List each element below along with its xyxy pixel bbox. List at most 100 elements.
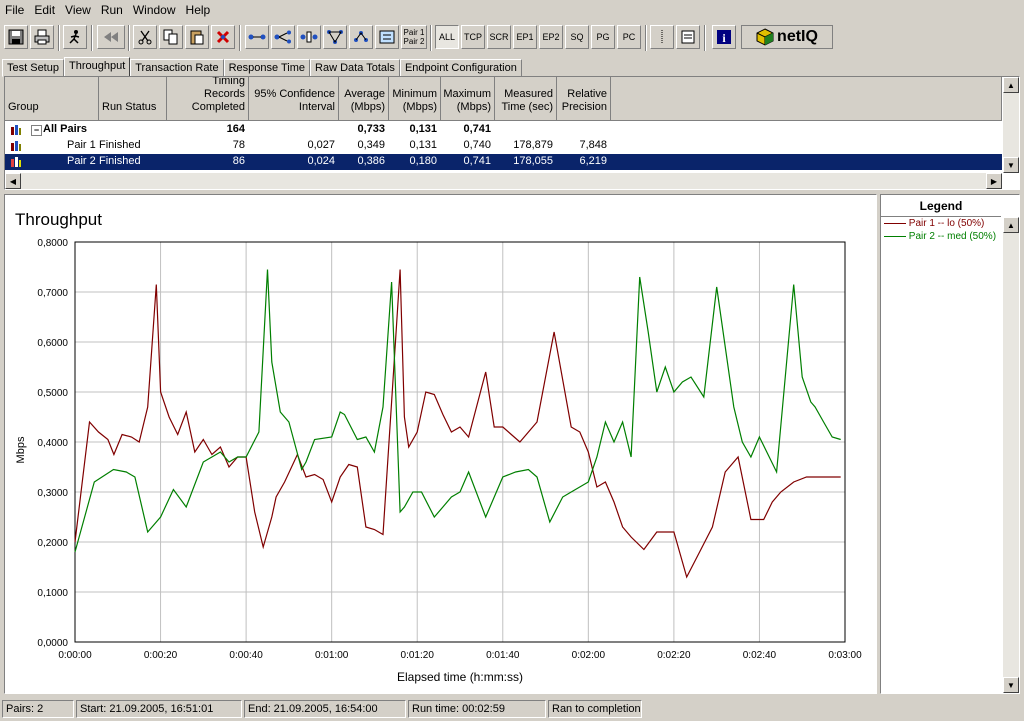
cut-icon[interactable]: [133, 25, 157, 49]
swap-icon[interactable]: [375, 25, 399, 49]
copy-icon[interactable]: [159, 25, 183, 49]
confidence: 0,027: [307, 139, 335, 151]
x-tick-label: 0:03:00: [828, 650, 862, 661]
netiq-logo-text: netIQ: [777, 28, 818, 45]
menu-help[interactable]: Help: [181, 3, 216, 17]
menu-edit[interactable]: Edit: [29, 3, 60, 17]
filter-pg-button[interactable]: PG: [591, 25, 615, 49]
filter-scr-button[interactable]: SCR: [487, 25, 511, 49]
filter-all-button[interactable]: ALL: [435, 25, 459, 49]
group-name: Pair 2: [67, 155, 96, 167]
menu-run[interactable]: Run: [96, 3, 128, 17]
col-timing-records[interactable]: Timing Records Completed: [167, 77, 249, 121]
network-icon[interactable]: [323, 25, 347, 49]
legend-scrollbar[interactable]: ▲ ▼: [1003, 217, 1019, 693]
col-measured-time[interactable]: Measured Time (sec): [495, 77, 557, 121]
tab-response-time[interactable]: Response Time: [223, 59, 311, 77]
col-maximum[interactable]: Maximum (Mbps): [441, 77, 495, 121]
col-confidence[interactable]: 95% Confidence Interval: [249, 77, 339, 121]
legend-item-pair-2[interactable]: Pair 2 -- med (50%): [884, 230, 996, 243]
x-tick-label: 0:02:20: [657, 650, 691, 661]
col-group[interactable]: Group: [5, 77, 99, 121]
scroll-up-icon[interactable]: ▲: [1003, 77, 1019, 93]
details-icon[interactable]: [676, 25, 700, 49]
netiq-cube-icon: [756, 28, 774, 46]
add-multicast-icon[interactable]: [271, 25, 295, 49]
filter-ep2-button[interactable]: EP2: [539, 25, 563, 49]
average: 0,349: [357, 139, 385, 151]
status-start: Start: 21.09.2005, 16:51:01: [76, 700, 242, 718]
topology-icon[interactable]: [349, 25, 373, 49]
filter-tcp-button[interactable]: TCP: [461, 25, 485, 49]
scroll-up-icon[interactable]: ▲: [1003, 217, 1019, 233]
tab-endpoint-configuration[interactable]: Endpoint Configuration: [399, 59, 522, 77]
maximum: 0,741: [463, 123, 491, 135]
maximum: 0,740: [463, 139, 491, 151]
split-view-icon[interactable]: [650, 25, 674, 49]
legend-panel: Legend Pair 1 -- lo (50%) Pair 2 -- med …: [880, 194, 1020, 694]
tab-throughput[interactable]: Throughput: [63, 57, 131, 77]
pair-1-label: Pair 1: [403, 28, 425, 37]
pair-group-icon: [11, 125, 21, 135]
col-average[interactable]: Average (Mbps): [339, 77, 389, 121]
delete-icon[interactable]: [211, 25, 235, 49]
y-tick-label: 0,7000: [37, 288, 68, 299]
status-pairs: Pairs: 2: [2, 700, 74, 718]
grid-horizontal-scrollbar[interactable]: ◀ ▶: [5, 173, 1002, 189]
add-pair-icon[interactable]: [245, 25, 269, 49]
tab-strip: Test Setup Throughput Transaction Rate R…: [2, 57, 522, 77]
pair-swap-button[interactable]: Pair 1 Pair 2: [401, 25, 427, 49]
scroll-down-icon[interactable]: ▼: [1003, 157, 1019, 173]
x-tick-label: 0:01:00: [315, 650, 349, 661]
scroll-left-icon[interactable]: ◀: [5, 173, 21, 189]
status-end: End: 21.09.2005, 16:54:00: [244, 700, 406, 718]
netiq-logo: netIQ: [741, 25, 833, 49]
filter-ep1-button[interactable]: EP1: [513, 25, 537, 49]
edit-pair-icon[interactable]: [297, 25, 321, 49]
info-icon[interactable]: i: [712, 25, 736, 49]
average: 0,733: [357, 123, 385, 135]
chart-title: Throughput: [15, 210, 102, 229]
filter-sq-button[interactable]: SQ: [565, 25, 589, 49]
toolbar: Pair 1 Pair 2 ALL TCP SCR EP1 EP2 SQ PG P…: [0, 22, 1024, 54]
x-tick-label: 0:00:20: [144, 650, 178, 661]
stop-icon[interactable]: [97, 25, 125, 49]
status-bar: Pairs: 2 Start: 21.09.2005, 16:51:01 End…: [0, 698, 1024, 720]
y-tick-label: 0,5000: [37, 388, 68, 399]
legend-swatch: [884, 222, 906, 224]
group-name: All Pairs: [43, 123, 88, 135]
throughput-chart: Throughput 0,0000 0,1000 0,2000 0,3000 0,400…: [15, 210, 862, 684]
average: 0,386: [357, 155, 385, 167]
paste-icon[interactable]: [185, 25, 209, 49]
y-tick-label: 0,3000: [37, 488, 68, 499]
table-row[interactable]: − All Pairs 164 0,733 0,131 0,741: [5, 122, 1002, 138]
tab-raw-data-totals[interactable]: Raw Data Totals: [310, 59, 400, 77]
collapse-icon[interactable]: −: [31, 125, 42, 136]
grid-vertical-scrollbar[interactable]: ▲ ▼: [1003, 77, 1019, 173]
tab-transaction-rate[interactable]: Transaction Rate: [130, 59, 224, 77]
pair-2-label: Pair 2: [403, 37, 425, 46]
print-icon[interactable]: [30, 25, 54, 49]
status-result: Ran to completion: [548, 700, 642, 718]
measured-time: 178,055: [513, 155, 553, 167]
table-row-selected[interactable]: Pair 2 Finished 86 0,024 0,386 0,180 0,7…: [5, 154, 1002, 170]
col-run-status[interactable]: Run Status: [99, 77, 167, 121]
col-filler: [611, 77, 1002, 121]
tab-test-setup[interactable]: Test Setup: [2, 59, 64, 77]
col-relative-precision[interactable]: Relative Precision: [557, 77, 611, 121]
timing-records: 78: [232, 139, 245, 151]
scroll-down-icon[interactable]: ▼: [1003, 677, 1019, 693]
menu-view[interactable]: View: [60, 3, 96, 17]
menu-file[interactable]: File: [0, 3, 29, 17]
save-icon[interactable]: [4, 25, 28, 49]
x-tick-label: 0:02:00: [572, 650, 606, 661]
legend-item-pair-1[interactable]: Pair 1 -- lo (50%): [884, 217, 996, 230]
pair-icon: [11, 157, 21, 167]
scroll-right-icon[interactable]: ▶: [986, 173, 1002, 189]
measured-time: 178,879: [513, 139, 553, 151]
col-minimum[interactable]: Minimum (Mbps): [389, 77, 441, 121]
table-row[interactable]: Pair 1 Finished 78 0,027 0,349 0,131 0,7…: [5, 138, 1002, 154]
filter-pc-button[interactable]: PC: [617, 25, 641, 49]
run-icon[interactable]: [63, 25, 87, 49]
menu-window[interactable]: Window: [128, 3, 181, 17]
